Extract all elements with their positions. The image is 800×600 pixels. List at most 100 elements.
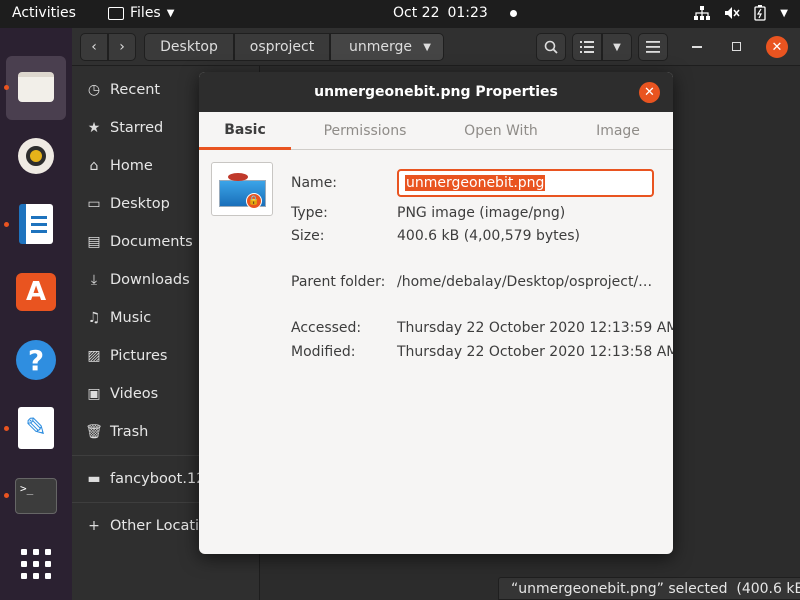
tab-basic[interactable]: Basic — [199, 112, 291, 150]
search-button[interactable] — [536, 33, 566, 61]
header-bar: ‹ › Desktop osproject unmerge ▼ ▼ ✕ — [72, 28, 800, 66]
name-label: Name: — [291, 175, 338, 191]
folder-icon — [108, 6, 124, 20]
top-bar: Activities Files ▼ Oct 22 01:23 ▼ — [0, 0, 800, 28]
clock[interactable]: Oct 22 01:23 — [393, 5, 517, 21]
dock-text-editor[interactable]: ✎ — [14, 406, 58, 450]
parent-folder-label: Parent folder: — [291, 274, 386, 290]
sidebar-item-label: Documents — [110, 234, 193, 250]
system-tray[interactable]: ▼ — [694, 5, 788, 21]
size-value: 400.6 kB (4,00,579 bytes) — [397, 228, 580, 244]
dialog-title: unmergeonebit.png Properties — [314, 84, 558, 100]
star-icon: ★ — [87, 120, 101, 136]
clock-icon: ◷ — [87, 82, 101, 98]
plus-icon: + — [88, 518, 100, 534]
app-menu-label: Files — [130, 5, 161, 21]
chevron-right-icon: › — [119, 39, 125, 55]
list-view-button[interactable] — [572, 33, 602, 61]
sidebar-item-label: Starred — [110, 120, 164, 136]
forward-button[interactable]: › — [108, 33, 136, 61]
path-label: Desktop — [160, 39, 218, 55]
sidebar-item-label: Pictures — [110, 348, 168, 364]
software-store-icon: A — [16, 273, 56, 311]
tab-label: Basic — [224, 121, 266, 138]
name-input-value: unmergeonebit.png — [405, 175, 546, 191]
tab-image[interactable]: Image — [579, 112, 657, 150]
dock-terminal[interactable]: >_ — [14, 474, 58, 518]
dock: A ? ✎ >_ — [0, 28, 72, 600]
activities-button[interactable]: Activities — [12, 5, 76, 21]
drive-icon: ▬ — [87, 471, 101, 487]
caret-down-icon: ▼ — [166, 7, 175, 19]
desktop-icon: ▭ — [87, 196, 101, 212]
modified-value: Thursday 22 October 2020 12:13:58 AM — [397, 344, 673, 360]
minimize-button[interactable] — [692, 46, 702, 48]
show-applications-button[interactable] — [14, 542, 58, 586]
running-indicator — [4, 85, 9, 90]
path-button-unmerge[interactable]: unmerge ▼ — [330, 33, 444, 61]
path-button-desktop[interactable]: Desktop — [144, 33, 234, 61]
list-view-icon — [580, 41, 594, 53]
accessed-value: Thursday 22 October 2020 12:13:59 AM — [397, 320, 673, 336]
file-thumbnail[interactable]: 🔒 — [211, 162, 273, 216]
clock-time: 01:23 — [447, 5, 488, 21]
tab-label: Image — [596, 123, 640, 139]
power-menu-caret-icon: ▼ — [780, 7, 788, 19]
trash-icon: 🗑 — [85, 424, 103, 440]
accessed-label: Accessed: — [291, 320, 362, 336]
menu-button[interactable] — [638, 33, 668, 61]
chevron-left-icon: ‹ — [91, 39, 97, 55]
path-button-osproject[interactable]: osproject — [234, 33, 330, 61]
dock-rhythmbox[interactable] — [14, 134, 58, 178]
view-options-button[interactable]: ▼ — [602, 33, 632, 61]
parent-folder-value[interactable]: /home/debalay/Desktop/osproject/… — [397, 274, 652, 290]
dock-help[interactable]: ? — [14, 338, 58, 382]
tab-label: Open With — [464, 123, 538, 139]
close-window-button[interactable]: ✕ — [766, 36, 788, 58]
back-button[interactable]: ‹ — [80, 33, 108, 61]
search-icon — [544, 40, 558, 54]
network-icon — [694, 6, 711, 20]
close-icon: ✕ — [771, 39, 783, 55]
preview-shape — [228, 173, 248, 181]
sidebar-item-label: Desktop — [110, 196, 170, 212]
running-indicator — [4, 222, 9, 227]
documents-icon: ▤ — [87, 234, 101, 250]
sidebar-item-label: Videos — [110, 386, 159, 402]
pictures-icon: ▨ — [87, 348, 101, 364]
videos-icon: ▣ — [87, 386, 101, 402]
clock-date: Oct 22 — [393, 5, 440, 21]
name-input[interactable]: unmergeonebit.png — [397, 169, 654, 197]
size-label: Size: — [291, 228, 325, 244]
home-icon: ⌂ — [89, 158, 99, 174]
sidebar-item-label: Music — [110, 310, 152, 326]
dialog-close-button[interactable]: ✕ — [639, 82, 660, 103]
tab-open-with[interactable]: Open With — [449, 112, 553, 150]
app-menu[interactable]: Files ▼ — [108, 5, 174, 21]
maximize-button[interactable] — [732, 42, 741, 51]
caret-down-icon: ▼ — [423, 41, 431, 53]
tab-label: Permissions — [323, 123, 407, 139]
dock-files[interactable] — [14, 65, 58, 109]
lock-icon: 🔒 — [246, 193, 262, 209]
sidebar-item-label: fancyboot.12 — [110, 471, 206, 487]
dock-writer[interactable] — [14, 202, 58, 246]
hamburger-icon — [646, 41, 660, 53]
status-bar: “unmergeonebit.png” selected (400.6 kB) — [498, 577, 800, 600]
tab-permissions[interactable]: Permissions — [307, 112, 423, 150]
running-indicator — [4, 426, 9, 431]
properties-dialog: unmergeonebit.png Properties ✕ Basic Per… — [199, 72, 673, 554]
terminal-icon: >_ — [15, 478, 57, 514]
dock-ubuntu-software[interactable]: A — [14, 270, 58, 314]
writer-icon — [19, 204, 53, 244]
close-icon: ✕ — [644, 85, 655, 100]
modified-label: Modified: — [291, 344, 356, 360]
tab-bar: Basic Permissions Open With Image — [199, 112, 673, 150]
sidebar-item-label: Downloads — [110, 272, 190, 288]
volume-muted-icon — [725, 7, 740, 19]
files-app-icon — [18, 72, 54, 102]
status-text: “unmergeonebit.png” selected (400.6 kB) — [511, 580, 800, 597]
notification-dot-icon — [509, 9, 517, 17]
text-editor-icon: ✎ — [18, 407, 54, 449]
path-label: osproject — [249, 39, 315, 55]
